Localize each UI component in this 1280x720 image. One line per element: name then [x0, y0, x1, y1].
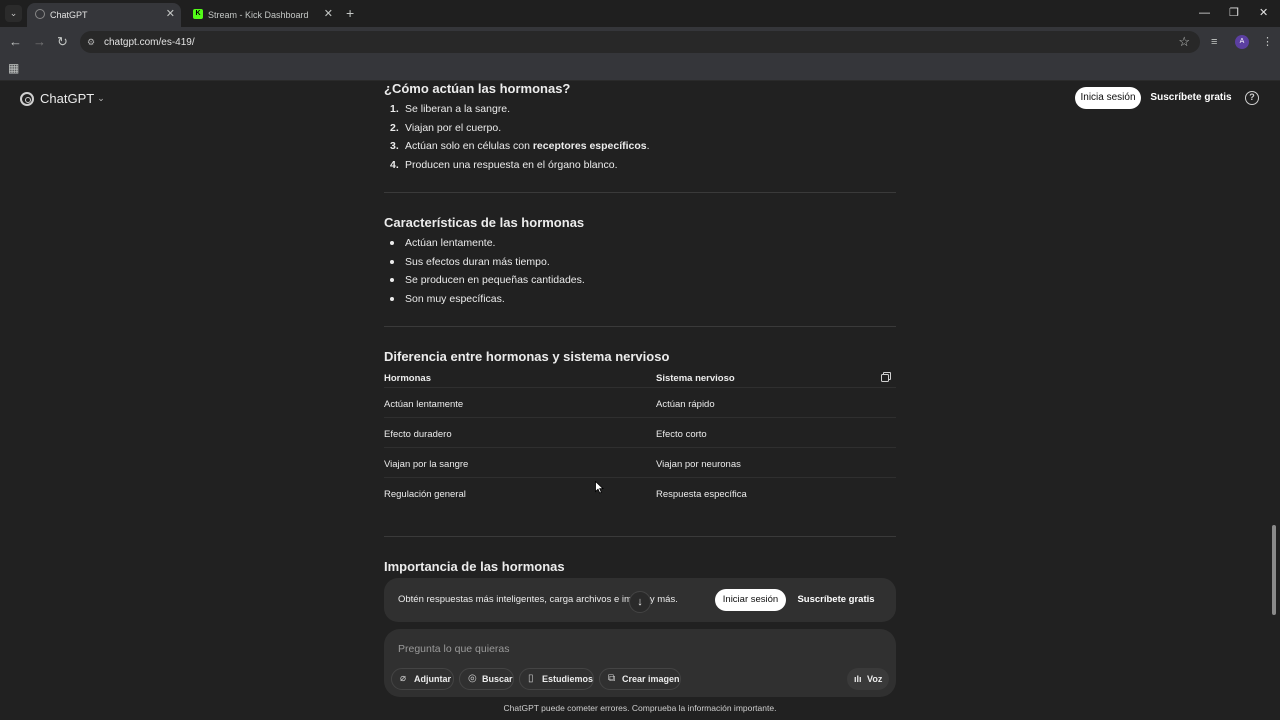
- close-icon[interactable]: ✕: [166, 8, 175, 20]
- section-title-importance: Importancia de las hormonas: [384, 559, 565, 574]
- table-rule: [384, 417, 896, 418]
- table-cell: Efecto duradero: [384, 429, 452, 440]
- tab-search-button[interactable]: ⌄: [5, 5, 22, 22]
- chatgpt-page: ChatGPT ⌄ Inicia sesión Suscríbete grati…: [0, 81, 1280, 720]
- mouse-cursor-icon: [595, 481, 604, 494]
- help-icon[interactable]: ?: [1245, 91, 1259, 105]
- list-item: Se liberan a la sangre.: [405, 103, 511, 115]
- waveform-icon: ılı: [854, 674, 862, 684]
- book-icon: ▯: [528, 673, 534, 684]
- table-cell: Efecto corto: [656, 429, 707, 440]
- attach-label: Adjuntar: [414, 674, 451, 684]
- bullet: [390, 278, 394, 282]
- address-bar[interactable]: ⚙ chatgpt.com/es-419/ ☆: [80, 31, 1200, 53]
- back-icon[interactable]: ←: [9, 34, 22, 50]
- list-item-bold: receptores específicos: [532, 140, 647, 152]
- openai-logo-icon: [20, 91, 34, 106]
- chatgpt-favicon-icon: [35, 9, 45, 19]
- create-image-label: Crear imagen: [622, 674, 680, 684]
- banner-signup-button[interactable]: Suscríbete gratis: [794, 589, 878, 611]
- section-title-diff: Diferencia entre hormonas y sistema nerv…: [384, 349, 670, 364]
- table-cell: Regulación general: [384, 489, 466, 500]
- profile-avatar[interactable]: A: [1235, 35, 1249, 49]
- page-scrollbar[interactable]: [1272, 525, 1276, 615]
- table-cell: Actúan lentamente: [384, 399, 464, 410]
- attach-button[interactable]: ⌀ Adjuntar: [391, 668, 454, 690]
- divider: [384, 192, 896, 193]
- table-cell: Actúan rápido: [656, 399, 715, 410]
- divider: [384, 326, 896, 327]
- browser-tab-strip: ⌄ ChatGPT ✕ K Stream - Kick Dashboard ✕ …: [0, 0, 1280, 27]
- table-cell: Viajan por la sangre: [384, 459, 469, 470]
- kick-favicon-icon: K: [193, 9, 203, 19]
- list-item: Viajan por el cuerpo.: [405, 122, 502, 134]
- url-text[interactable]: chatgpt.com/es-419/: [104, 37, 195, 48]
- divider: [384, 536, 896, 537]
- list-item-text: Actúan solo en células con: [405, 140, 533, 152]
- restore-icon[interactable]: ❐: [1229, 6, 1239, 20]
- paperclip-icon: ⌀: [400, 673, 407, 684]
- voice-button[interactable]: ılı Voz: [847, 668, 889, 690]
- section-title-how: ¿Cómo actúan las hormonas?: [384, 81, 571, 96]
- list-number: 4.: [390, 159, 399, 171]
- list-number: 3.: [390, 140, 399, 152]
- list-item: Actúan lentamente.: [405, 237, 496, 249]
- scroll-down-button[interactable]: ↓: [629, 591, 651, 613]
- table-header: Sistema nervioso: [656, 373, 735, 384]
- forward-icon[interactable]: →: [33, 34, 46, 50]
- search-label: Buscar: [482, 674, 513, 684]
- list-number: 1.: [390, 103, 399, 115]
- tab-chatgpt[interactable]: ChatGPT ✕: [27, 3, 181, 27]
- banner-login-button[interactable]: Iniciar sesión: [715, 589, 786, 611]
- list-item-text: .: [646, 140, 650, 152]
- tab-title: ChatGPT: [50, 10, 88, 20]
- prompt-input[interactable]: [398, 641, 878, 657]
- browser-toolbar: ← → ↻ ⚙ chatgpt.com/es-419/ ☆ ≡ ⋮: [0, 27, 1280, 57]
- brand-name: ChatGPT: [40, 91, 95, 106]
- table-cell: Viajan por neuronas: [656, 459, 741, 470]
- disclaimer: ChatGPT puede cometer errores. Comprueba…: [503, 703, 777, 713]
- chevron-down-icon: ⌄: [97, 93, 105, 103]
- voice-label: Voz: [867, 674, 883, 684]
- bookmark-star-icon[interactable]: ☆: [1178, 34, 1190, 50]
- close-icon[interactable]: ✕: [324, 8, 333, 20]
- new-tab-button[interactable]: +: [346, 5, 354, 21]
- bullet: [390, 241, 394, 245]
- login-button[interactable]: Inicia sesión: [1075, 87, 1141, 109]
- site-info-icon[interactable]: ⚙: [87, 36, 95, 48]
- window-close-icon[interactable]: ✕: [1259, 6, 1268, 20]
- reload-icon[interactable]: ↻: [57, 34, 68, 50]
- table-rule: [384, 447, 896, 448]
- model-selector[interactable]: ChatGPT ⌄: [20, 91, 105, 106]
- bullet: [390, 260, 394, 264]
- section-title-traits: Características de las hormonas: [384, 215, 585, 230]
- image-icon: ⧉: [608, 673, 616, 684]
- bullet: [390, 297, 394, 301]
- signup-button[interactable]: Suscríbete gratis: [1148, 87, 1234, 109]
- table-rule: [384, 387, 896, 388]
- search-button[interactable]: ◎ Buscar: [459, 668, 514, 690]
- list-item: Producen una respuesta en el órgano blan…: [405, 159, 618, 171]
- composer: ⌀ Adjuntar ◎ Buscar ▯ Estudiemos ⧉ Crear ima…: [384, 629, 896, 697]
- study-button[interactable]: ▯ Estudiemos: [519, 668, 594, 690]
- list-number: 2.: [390, 122, 399, 134]
- apps-grid-icon[interactable]: ▦: [8, 61, 19, 75]
- list-item: Se producen en pequeñas cantidades.: [405, 274, 585, 286]
- tab-kick-dashboard[interactable]: K Stream - Kick Dashboard ✕: [185, 3, 339, 27]
- list-item: Son muy específicas.: [405, 293, 505, 305]
- study-label: Estudiemos: [542, 674, 594, 684]
- table-rule: [384, 477, 896, 478]
- menu-icon[interactable]: ⋮: [1262, 35, 1273, 49]
- bookmarks-bar: ▦: [0, 57, 1280, 81]
- table-cell: Respuesta específica: [656, 489, 747, 500]
- table-header: Hormonas: [384, 373, 431, 384]
- create-image-button[interactable]: ⧉ Crear imagen: [599, 668, 681, 690]
- minimize-icon[interactable]: —: [1199, 6, 1210, 20]
- globe-icon: ◎: [468, 673, 477, 684]
- tab-title: Stream - Kick Dashboard: [208, 10, 309, 20]
- copy-table-icon[interactable]: [881, 372, 891, 382]
- media-controls-icon[interactable]: ≡: [1211, 35, 1217, 49]
- list-item: Sus efectos duran más tiempo.: [405, 256, 550, 268]
- list-item: Actúan solo en células con receptores es…: [405, 140, 650, 152]
